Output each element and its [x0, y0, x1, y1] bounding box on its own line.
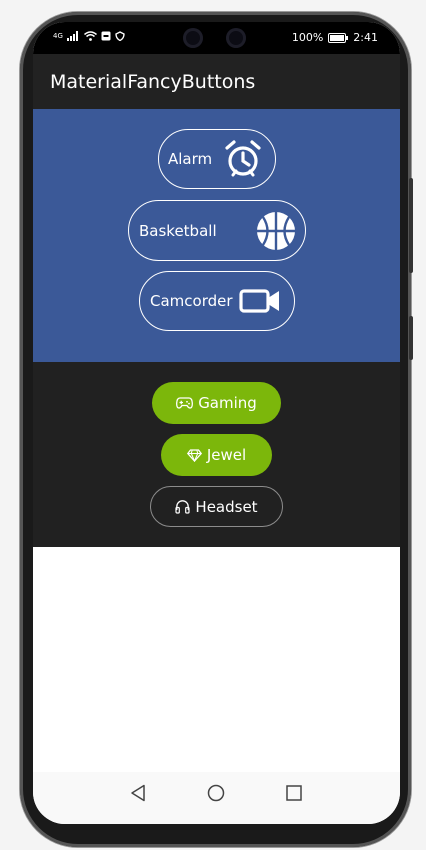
status-right: 100% 2:41 [292, 31, 378, 44]
video-camera-icon [239, 289, 279, 313]
basketball-button[interactable]: Basketball [128, 200, 306, 261]
jewel-button-label: Jewel [206, 446, 247, 464]
battery-icon [328, 32, 349, 43]
shield-icon [115, 31, 125, 41]
camcorder-button[interactable]: Camcorder [139, 271, 295, 331]
alarm-clock-icon [225, 140, 261, 177]
status-time: 2:41 [353, 31, 378, 44]
front-camera [183, 28, 203, 48]
fancy-buttons-panel: Alarm Basketball Camcorder [33, 109, 400, 362]
app-bar: MaterialFancyButtons [33, 54, 400, 109]
diamond-icon [186, 448, 202, 462]
signal-type-text: 4G [53, 32, 63, 40]
basketball-icon [257, 211, 295, 250]
front-camera-2 [226, 28, 246, 48]
status-left: 4G [53, 31, 125, 41]
content-empty-area [33, 547, 400, 772]
home-icon[interactable] [207, 784, 225, 802]
pill-buttons-panel: Gaming Jewel Headset [33, 362, 400, 547]
signal-icon [66, 31, 78, 41]
camcorder-button-label: Camcorder [150, 292, 233, 310]
headset-button-label: Headset [195, 497, 258, 516]
battery-percent: 100% [291, 31, 324, 44]
back-icon[interactable] [130, 784, 146, 802]
app-title: MaterialFancyButtons [50, 71, 256, 93]
alarm-button[interactable]: Alarm [158, 129, 276, 189]
screen: 4G 100% 2:41 MaterialFancyButtons Alarm … [33, 22, 400, 824]
gaming-button[interactable]: Gaming [152, 382, 281, 424]
system-nav-bar [33, 772, 400, 824]
gamepad-icon [176, 397, 194, 409]
volume-button [409, 178, 413, 273]
sim-icon [101, 31, 111, 41]
alarm-button-label: Alarm [168, 150, 213, 168]
status-bar: 4G 100% 2:41 [33, 22, 400, 54]
headphones-icon [175, 500, 191, 514]
jewel-button[interactable]: Jewel [161, 434, 272, 476]
gaming-button-label: Gaming [198, 394, 257, 412]
headset-button[interactable]: Headset [150, 486, 283, 527]
wifi-icon [83, 31, 97, 41]
basketball-button-label: Basketball [139, 221, 217, 240]
recents-icon[interactable] [286, 784, 302, 802]
power-button [409, 316, 413, 360]
